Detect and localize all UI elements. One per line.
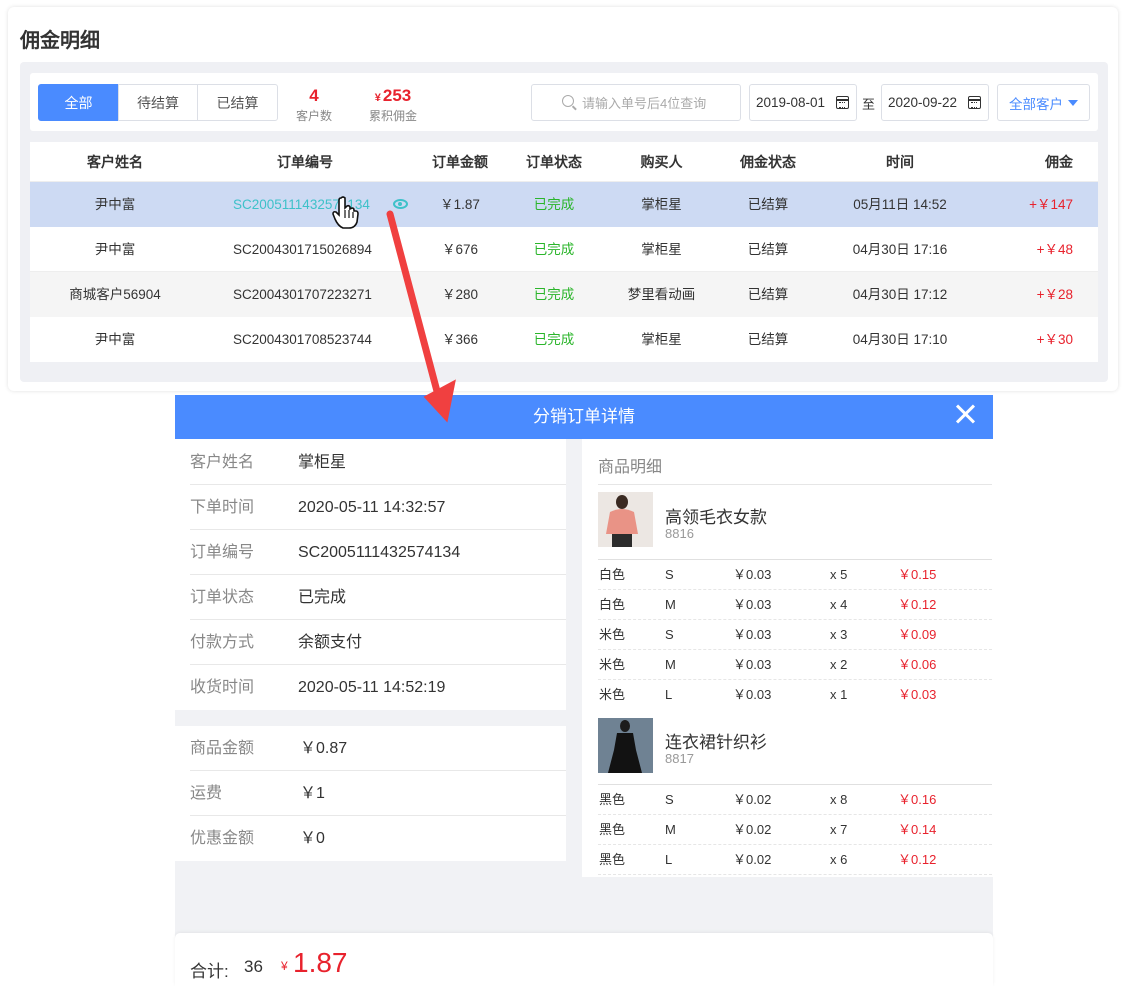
cell-amount: ￥1.87 [440,197,480,212]
col-header: 佣金 [1045,154,1073,170]
product-code: 8816 [665,526,694,541]
date-separator: 至 [862,97,876,112]
sku-row: 米色 L ￥0.03 x 1 ￥0.03 [599,687,937,702]
cell-order-status: 已完成 [533,332,575,347]
total-commission: ¥253 [374,86,412,105]
cell-customer-name: 尹中富 [94,197,136,212]
cell-commission-status: 已结算 [747,332,789,347]
cell-commission: +￥48 [1036,242,1073,257]
total-label: 合计: [190,962,229,981]
sku-row: 米色 S ￥0.03 x 3 ￥0.09 [598,620,992,650]
calendar-icon[interactable] [968,96,981,109]
money-row: 运费 ￥1 [190,771,566,816]
cell-time: 04月30日 17:16 [852,242,948,257]
sku-row: 黑色 S ￥0.02 x 8 ￥0.16 [598,785,992,815]
chevron-down-icon [1068,100,1078,106]
product-name: 连衣裙针织衫 [665,733,767,752]
cell-amount: ￥280 [441,287,479,302]
cell-buyer: 掌柜星 [641,197,682,212]
sku-row: 白色 S ￥0.03 x 5 ￥0.15 [598,560,992,590]
cell-buyer: 掌柜星 [641,332,682,347]
product-code: 8817 [665,751,694,766]
cell-amount: ￥366 [441,332,479,347]
table-row[interactable]: 商城客户56904 SC2004301707223271 ￥280 已完成 梦里… [30,272,1098,317]
money-row: 优惠金额 ￥0 [190,830,325,847]
col-header: 订单状态 [526,154,582,170]
cell-order-status: 已完成 [533,287,575,302]
col-header: 时间 [886,154,914,170]
table-row[interactable]: 尹中富 SC2004301708523744 ￥366 已完成 掌柜星 已结算 … [30,317,1098,362]
product-name: 高领毛衣女款 [665,508,767,527]
col-header: 客户姓名 [87,154,143,170]
cell-commission-status: 已结算 [747,242,789,257]
info-row: 收货时间 2020-05-11 14:52:19 [190,679,446,696]
total-currency: ¥ [281,959,288,973]
col-header: 购买人 [640,154,683,170]
cell-commission-status: 已结算 [747,197,789,212]
tab-pending[interactable]: 待结算 [118,84,198,121]
info-row: 下单时间 2020-05-11 14:32:57 [190,485,566,530]
product-image-sweater [598,492,653,547]
cell-time: 05月11日 14:52 [853,197,947,212]
calendar-icon[interactable] [836,96,849,109]
cell-amount: ￥676 [441,242,479,257]
cell-order-status: 已完成 [533,197,575,212]
total-amount: 1.87 [293,947,348,978]
tab-settled[interactable]: 已结算 [197,84,278,121]
customer-count-label: 客户数 [295,109,332,123]
close-icon[interactable] [955,404,975,424]
cell-commission: +￥28 [1036,287,1073,302]
table-row[interactable]: 尹中富 SC2004301715026894 ￥676 已完成 掌柜星 已结算 … [30,227,1098,272]
info-row: 订单编号 SC2005111432574134 [190,530,566,575]
info-row: 付款方式 余额支付 [190,620,566,665]
total-count: 36 [244,957,263,976]
cell-order-number[interactable]: SC2004301707223271 [233,272,423,317]
cell-buyer: 梦里看动画 [627,287,696,302]
goods-title: 商品明细 [598,459,663,476]
col-header: 订单编号 [277,154,333,170]
cell-buyer: 掌柜星 [641,242,682,257]
sku-row: 米色 M ￥0.03 x 2 ￥0.06 [598,650,992,680]
cell-order-number[interactable]: SC2004301715026894 [233,227,423,272]
money-row: 商品金额 ￥0.87 [190,726,566,771]
eye-icon[interactable] [393,199,408,209]
cell-customer-name: 尹中富 [94,332,136,347]
sku-row: 黑色 L ￥0.02 x 6 ￥0.12 [598,845,992,875]
tab-all[interactable]: 全部 [38,84,119,121]
cell-order-status: 已完成 [533,242,575,257]
modal-title: 分销订单详情 [175,395,993,439]
col-header: 佣金状态 [740,154,796,170]
table-row[interactable]: 尹中富 SC2005111432574134 ￥1.87 已完成 掌柜星 已结算… [30,182,1098,227]
table-header: 客户姓名 订单编号 订单金额 订单状态 购买人 佣金状态 时间 佣金 [30,142,1098,182]
cell-customer-name: 商城客户56904 [69,287,161,302]
product-image-dress [598,718,653,773]
cell-commission-status: 已结算 [747,287,789,302]
cell-commission: +￥30 [1036,332,1073,347]
divider [598,484,992,485]
total-commission-label: 累积佣金 [368,109,417,123]
cell-commission: +￥147 [1029,197,1073,212]
info-row: 客户姓名 掌柜星 [190,440,566,485]
col-header: 订单金额 [432,154,488,170]
page-title: 佣金明细 [20,30,100,52]
search-icon [562,95,574,107]
cell-order-number[interactable]: SC2004301708523744 [233,317,423,362]
info-row: 订单状态 已完成 [190,575,566,620]
cell-time: 04月30日 17:10 [852,332,948,347]
customer-count: 4 [309,86,319,105]
cell-customer-name: 尹中富 [94,242,136,257]
sku-row: 白色 M ￥0.03 x 4 ￥0.12 [598,590,992,620]
sku-row: 黑色 M ￥0.02 x 7 ￥0.14 [598,815,992,845]
cell-time: 04月30日 17:12 [852,287,948,302]
